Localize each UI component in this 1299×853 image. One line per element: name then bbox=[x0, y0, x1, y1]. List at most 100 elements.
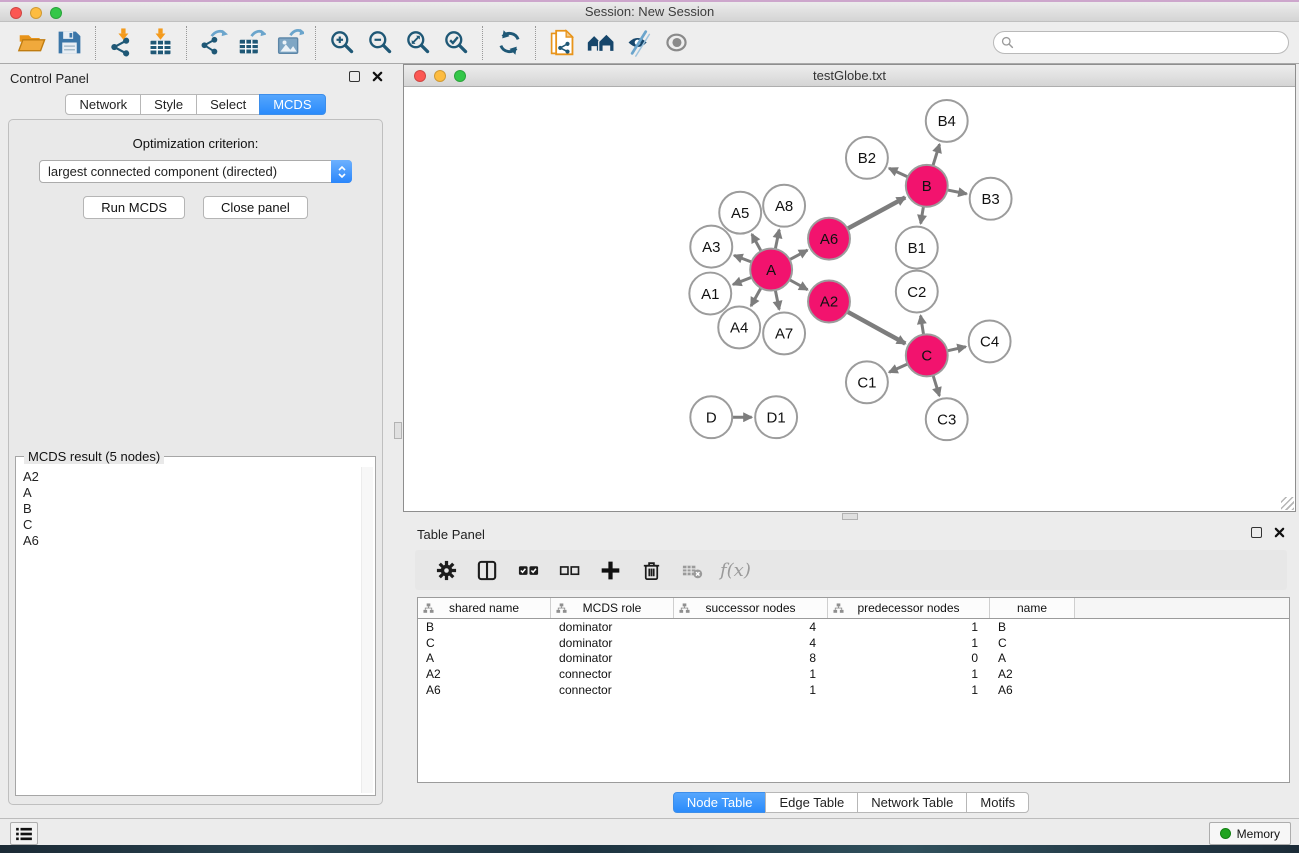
network-minimize-button[interactable] bbox=[434, 70, 446, 82]
criterion-select[interactable]: largest connected component (directed) bbox=[39, 160, 352, 183]
delete-column-button[interactable] bbox=[638, 557, 664, 583]
graph-edge-A-A1[interactable] bbox=[733, 277, 753, 285]
close-panel-icon[interactable] bbox=[372, 71, 383, 82]
network-from-file-button[interactable] bbox=[543, 25, 581, 61]
network-window-titlebar[interactable]: testGlobe.txt bbox=[404, 65, 1295, 87]
graph-edge-C-C2[interactable] bbox=[921, 316, 924, 337]
graph-node-A3[interactable]: A3 bbox=[690, 226, 732, 268]
graph-node-D1[interactable]: D1 bbox=[755, 396, 797, 438]
close-panel-button[interactable]: Close panel bbox=[203, 196, 308, 219]
tab-style[interactable]: Style bbox=[140, 94, 197, 115]
graph-node-C4[interactable]: C4 bbox=[969, 320, 1011, 362]
import-table-button[interactable] bbox=[141, 25, 179, 61]
float-table-panel-icon[interactable] bbox=[1251, 527, 1262, 538]
graph-edge-C-C3[interactable] bbox=[932, 373, 939, 395]
graph-node-A5[interactable]: A5 bbox=[719, 192, 761, 234]
table-row[interactable]: A6connector11A6 bbox=[418, 682, 1289, 698]
graph-node-B3[interactable]: B3 bbox=[970, 178, 1012, 220]
graph-edge-B-B3[interactable] bbox=[945, 190, 966, 194]
run-mcds-button[interactable]: Run MCDS bbox=[83, 196, 185, 219]
graph-node-A1[interactable]: A1 bbox=[689, 273, 731, 315]
graph-edge-A2-C[interactable] bbox=[846, 311, 906, 344]
graph-node-B4[interactable]: B4 bbox=[926, 100, 968, 142]
zoom-selected-button[interactable] bbox=[437, 25, 475, 61]
export-table-button[interactable] bbox=[232, 25, 270, 61]
table-row[interactable]: Adominator80A bbox=[418, 650, 1289, 666]
select-all-button[interactable] bbox=[515, 557, 541, 583]
graph-node-A6[interactable]: A6 bbox=[808, 218, 850, 260]
column-header-predecessor-nodes[interactable]: predecessor nodes bbox=[828, 598, 990, 618]
graph-edge-A-A7[interactable] bbox=[775, 288, 779, 309]
import-network-button[interactable] bbox=[103, 25, 141, 61]
open-session-button[interactable] bbox=[12, 25, 50, 61]
zoom-in-button[interactable] bbox=[323, 25, 361, 61]
export-image-button[interactable] bbox=[270, 25, 308, 61]
tab-node-table[interactable]: Node Table bbox=[673, 792, 767, 813]
deselect-all-button[interactable] bbox=[556, 557, 582, 583]
graph-node-B[interactable]: B bbox=[906, 165, 948, 207]
table-settings-button[interactable] bbox=[433, 557, 459, 583]
graph-edge-C-C4[interactable] bbox=[945, 347, 966, 352]
column-header-successor-nodes[interactable]: successor nodes bbox=[674, 598, 828, 618]
graph-node-A2[interactable]: A2 bbox=[808, 281, 850, 323]
network-canvas[interactable]: B4 B2 B B3 A8A5 A6 A3 B1 A C2 A1 A2 A4A7 C4 C C1 C3 D D1 bbox=[404, 87, 1295, 511]
mcds-result-item[interactable]: C bbox=[23, 517, 373, 533]
column-header-shared-name[interactable]: shared name bbox=[418, 598, 551, 618]
tab-motifs[interactable]: Motifs bbox=[966, 792, 1029, 813]
search-input[interactable] bbox=[1018, 36, 1281, 50]
zoom-window-button[interactable] bbox=[50, 7, 62, 19]
tab-mcds[interactable]: MCDS bbox=[259, 94, 325, 115]
export-network-button[interactable] bbox=[194, 25, 232, 61]
graph-node-C[interactable]: C bbox=[906, 334, 948, 376]
float-panel-icon[interactable] bbox=[349, 71, 360, 82]
graph-node-A8[interactable]: A8 bbox=[763, 185, 805, 227]
welcome-screen-button[interactable] bbox=[581, 25, 619, 61]
graph-edge-A-A6[interactable] bbox=[788, 250, 808, 260]
mcds-result-item[interactable]: B bbox=[23, 501, 373, 517]
graph-edge-A-A8[interactable] bbox=[775, 230, 779, 251]
zoom-out-button[interactable] bbox=[361, 25, 399, 61]
close-window-button[interactable] bbox=[10, 7, 22, 19]
tab-network-table[interactable]: Network Table bbox=[857, 792, 967, 813]
refresh-layout-button[interactable] bbox=[490, 25, 528, 61]
graph-edge-C-C1[interactable] bbox=[889, 363, 909, 372]
graph-edge-A-A2[interactable] bbox=[788, 279, 808, 290]
delete-table-button[interactable] bbox=[679, 557, 705, 583]
graph-node-B1[interactable]: B1 bbox=[896, 227, 938, 269]
tab-edge-table[interactable]: Edge Table bbox=[765, 792, 858, 813]
graph-node-A[interactable]: A bbox=[750, 249, 792, 291]
network-close-button[interactable] bbox=[414, 70, 426, 82]
table-row[interactable]: Cdominator41C bbox=[418, 635, 1289, 651]
result-scrollbar[interactable] bbox=[361, 467, 373, 793]
show-column-button[interactable] bbox=[474, 557, 500, 583]
save-session-button[interactable] bbox=[50, 25, 88, 61]
graph-edge-A-A4[interactable] bbox=[751, 286, 762, 306]
zoom-fit-button[interactable] bbox=[399, 25, 437, 61]
graph-node-C1[interactable]: C1 bbox=[846, 361, 888, 403]
graph-node-A4[interactable]: A4 bbox=[718, 306, 760, 348]
table-row[interactable]: Bdominator41B bbox=[418, 619, 1289, 635]
graph-edge-A-A5[interactable] bbox=[752, 234, 762, 253]
graph-node-C2[interactable]: C2 bbox=[896, 271, 938, 313]
create-column-button[interactable] bbox=[597, 557, 623, 583]
tab-network[interactable]: Network bbox=[65, 94, 141, 115]
graph-node-C3[interactable]: C3 bbox=[926, 398, 968, 440]
graph-edge-B-B4[interactable] bbox=[932, 144, 939, 167]
graph-node-D[interactable]: D bbox=[690, 396, 732, 438]
minimize-window-button[interactable] bbox=[30, 7, 42, 19]
graph-node-B2[interactable]: B2 bbox=[846, 137, 888, 179]
memory-button[interactable]: Memory bbox=[1209, 822, 1291, 845]
vertical-split-handle[interactable] bbox=[394, 422, 402, 439]
mcds-result-item[interactable]: A2 bbox=[23, 469, 373, 485]
graph-edge-A-A3[interactable] bbox=[734, 255, 753, 262]
window-resize-grip[interactable] bbox=[1281, 497, 1294, 510]
network-zoom-button[interactable] bbox=[454, 70, 466, 82]
graph-node-A7[interactable]: A7 bbox=[763, 312, 805, 354]
graph-edge-B-B2[interactable] bbox=[889, 168, 910, 178]
column-header-name[interactable]: name bbox=[990, 598, 1075, 618]
tab-select[interactable]: Select bbox=[196, 94, 260, 115]
column-header-MCDS-role[interactable]: MCDS role bbox=[551, 598, 674, 618]
function-builder-button[interactable]: f(x) bbox=[720, 557, 751, 583]
task-history-button[interactable] bbox=[10, 822, 38, 845]
mcds-result-item[interactable]: A6 bbox=[23, 533, 373, 549]
